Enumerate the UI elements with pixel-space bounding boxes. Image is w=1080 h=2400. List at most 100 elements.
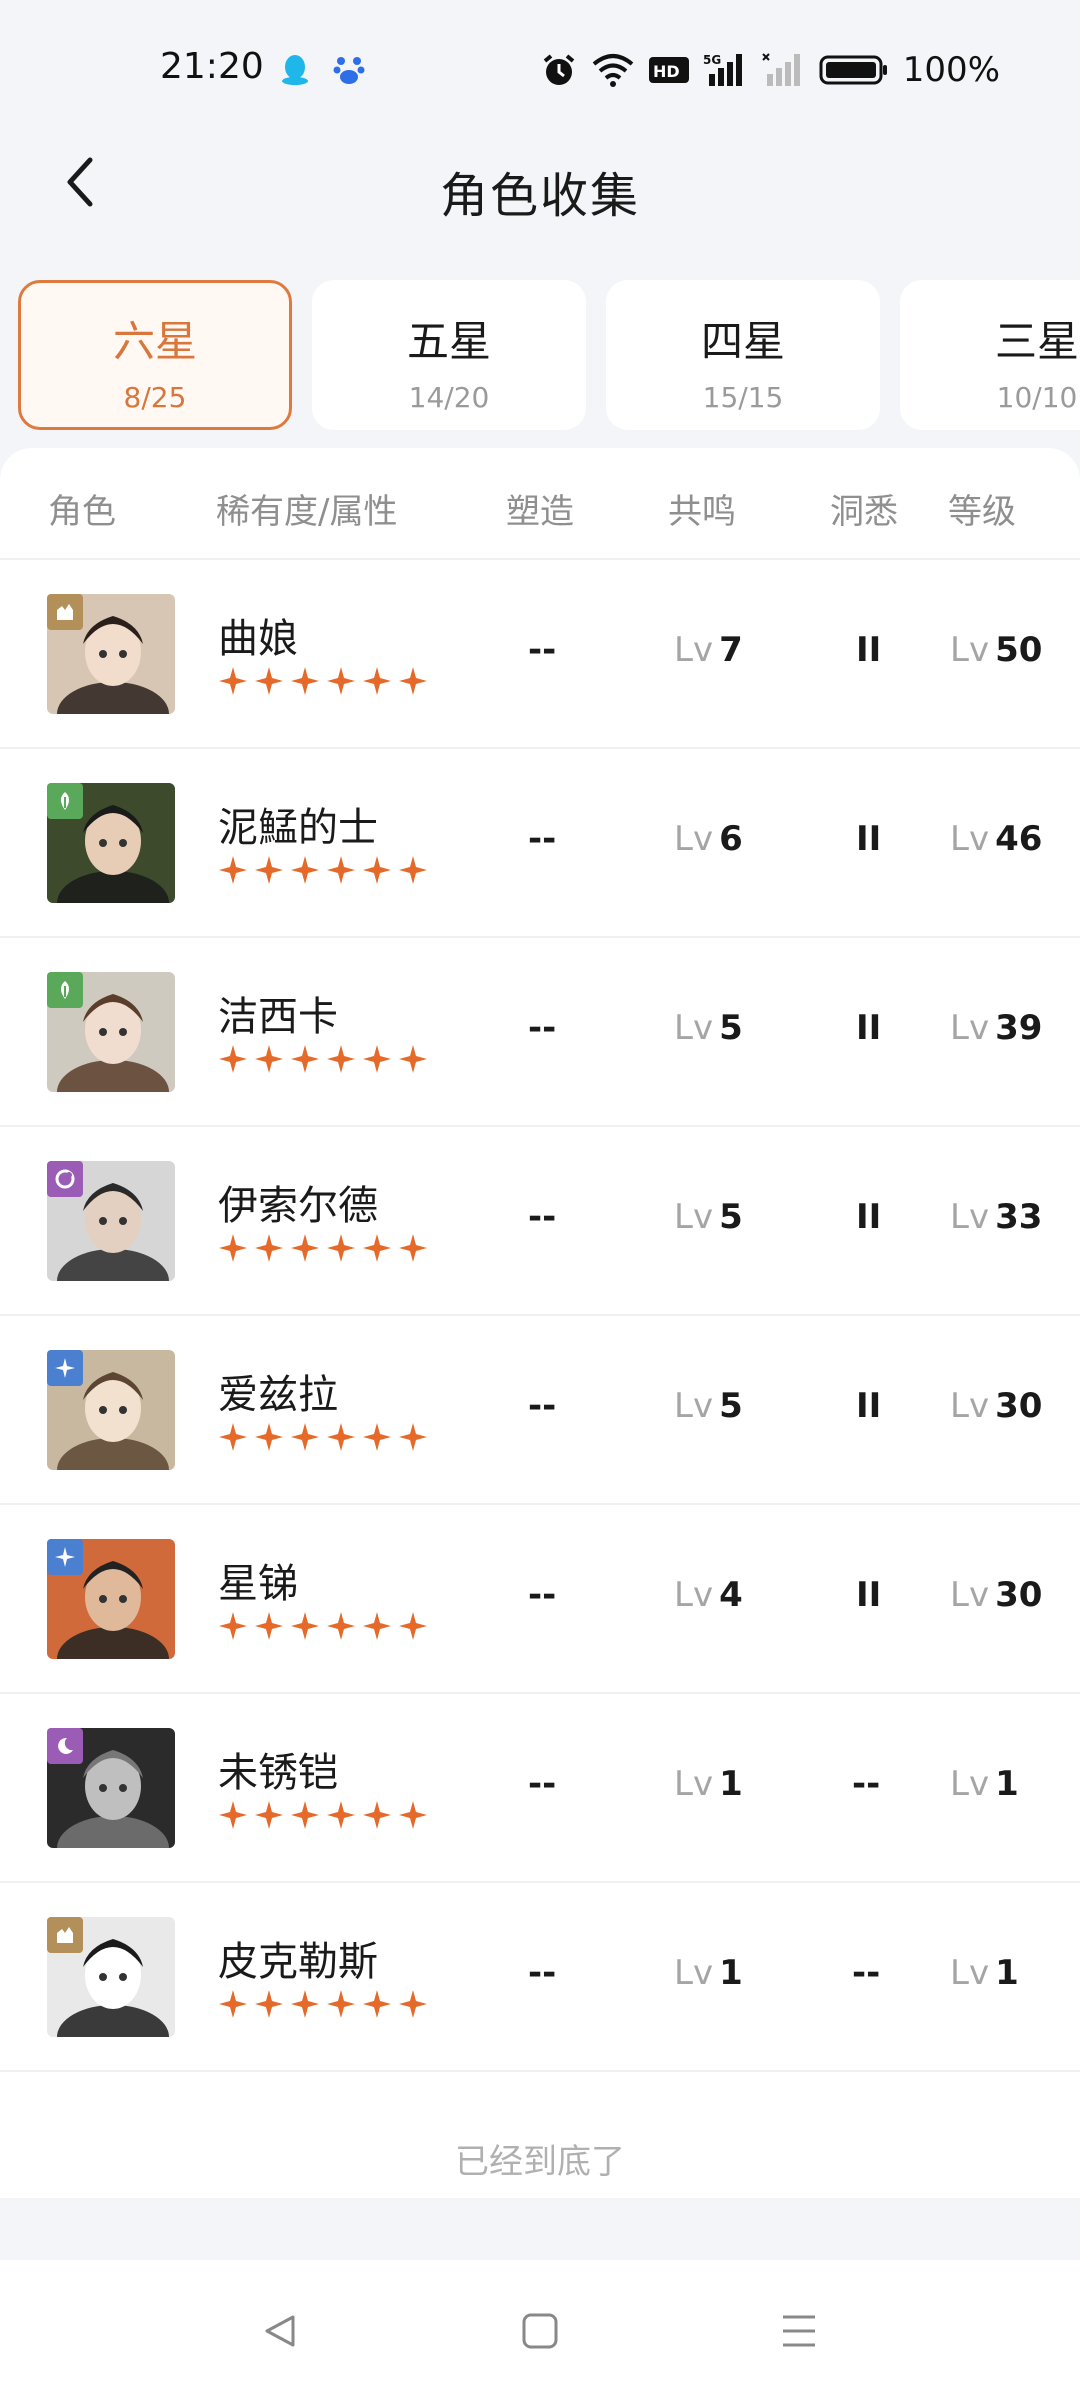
resonance-level: 6	[719, 819, 743, 859]
resonance-value: Lv 5	[674, 1197, 743, 1237]
character-name: 伊索尔德	[218, 1183, 378, 1229]
attribute-beast-icon	[47, 594, 83, 630]
character-level: 30	[995, 1575, 1043, 1615]
star-icon	[290, 1611, 320, 1645]
svg-text:HD: HD	[653, 62, 680, 81]
character-level: 30	[995, 1386, 1043, 1426]
attribute-star-icon	[47, 1539, 83, 1575]
lv-prefix: Lv	[674, 630, 714, 670]
resonance-value: Lv 7	[674, 630, 743, 670]
status-icons: HD 5G 100%	[541, 50, 1000, 90]
wifi-icon	[591, 52, 635, 88]
tab-four-star[interactable]: 四星 15/15	[606, 280, 880, 430]
attribute-plant-icon	[47, 972, 83, 1008]
tab-three-star[interactable]: 三星 10/10	[900, 280, 1080, 430]
attribute-plant-icon	[47, 783, 83, 819]
lv-prefix: Lv	[950, 819, 990, 859]
character-level: 46	[995, 819, 1043, 859]
character-name: 曲娘	[218, 616, 298, 662]
resonance-level: 1	[719, 1953, 743, 1993]
level-value: Lv 46	[950, 819, 1042, 859]
rows: 曲娘 -- Lv 7 II Lv 50 泥鯭的士 -- Lv 6 II Lv 46 洁西卡 -- Lv 5 II Lv…	[0, 560, 1080, 2072]
star-icon	[326, 1989, 356, 2023]
shaping-value: --	[528, 1386, 557, 1426]
character-name: 洁西卡	[218, 994, 338, 1040]
resonance-value: Lv 1	[674, 1953, 743, 1993]
tab-label: 六星	[112, 317, 197, 366]
resonance-level: 5	[719, 1197, 743, 1237]
resonance-value: Lv 1	[674, 1764, 743, 1804]
battery-percent: 100%	[902, 50, 1000, 90]
level-value: Lv 50	[950, 630, 1042, 670]
character-level: 39	[995, 1008, 1043, 1048]
shaping-value: --	[528, 630, 557, 670]
level-value: Lv 33	[950, 1197, 1042, 1237]
character-row[interactable]: 伊索尔德 -- Lv 5 II Lv 33	[0, 1127, 1080, 1316]
character-name: 爱兹拉	[218, 1372, 338, 1418]
star-icon	[362, 1611, 392, 1645]
rarity-stars	[218, 666, 428, 700]
insight-value: II	[856, 1008, 882, 1048]
end-of-list-note: 已经到底了	[455, 2142, 625, 2182]
star-icon	[398, 1611, 428, 1645]
tab-count: 8/25	[123, 381, 187, 414]
tab-five-star[interactable]: 五星 14/20	[312, 280, 586, 430]
character-name: 泥鯭的士	[218, 805, 378, 851]
character-list: 角色 稀有度/属性 塑造 共鸣 洞悉 等级 曲娘 -- Lv 7 II Lv 50 泥鯭的士 -…	[0, 448, 1080, 2198]
star-icon	[218, 1044, 248, 1078]
star-icon	[290, 1422, 320, 1456]
resonance-value: Lv 5	[674, 1386, 743, 1426]
nav-home-icon[interactable]	[515, 2306, 565, 2356]
tab-six-star[interactable]: 六星 8/25	[18, 280, 292, 430]
star-icon	[326, 666, 356, 700]
character-level: 1	[995, 1764, 1019, 1804]
system-nav-bar	[0, 2260, 1080, 2400]
level-value: Lv 30	[950, 1575, 1042, 1615]
star-icon	[326, 1422, 356, 1456]
character-level: 33	[995, 1197, 1043, 1237]
alarm-icon	[541, 52, 577, 88]
star-icon	[362, 1044, 392, 1078]
character-row[interactable]: 未锈铠 -- Lv 1 -- Lv 1	[0, 1694, 1080, 1883]
resonance-level: 1	[719, 1764, 743, 1804]
star-icon	[254, 855, 284, 889]
star-icon	[290, 1800, 320, 1834]
character-row[interactable]: 曲娘 -- Lv 7 II Lv 50	[0, 560, 1080, 749]
header: 角色收集	[0, 130, 1080, 240]
resonance-value: Lv 5	[674, 1008, 743, 1048]
character-name: 皮克勒斯	[218, 1939, 378, 1985]
tab-label: 四星	[700, 317, 785, 366]
lv-prefix: Lv	[674, 1953, 714, 1993]
shaping-value: --	[528, 819, 557, 859]
insight-value: --	[852, 1953, 881, 1993]
tab-count: 15/15	[702, 381, 784, 414]
character-row[interactable]: 爱兹拉 -- Lv 5 II Lv 30	[0, 1316, 1080, 1505]
rarity-stars	[218, 855, 428, 889]
insight-value: II	[856, 1197, 882, 1237]
tab-count: 14/20	[408, 381, 490, 414]
lv-prefix: Lv	[950, 1764, 990, 1804]
attribute-beast-icon	[47, 1917, 83, 1953]
nav-back-icon[interactable]	[256, 2306, 306, 2356]
star-icon	[218, 1989, 248, 2023]
nav-menu-icon[interactable]	[774, 2306, 824, 2356]
insight-value: II	[856, 1386, 882, 1426]
character-row[interactable]: 皮克勒斯 -- Lv 1 -- Lv 1	[0, 1883, 1080, 2072]
character-row[interactable]: 泥鯭的士 -- Lv 6 II Lv 46	[0, 749, 1080, 938]
insight-value: --	[852, 1764, 881, 1804]
lv-prefix: Lv	[950, 1197, 990, 1237]
star-icon	[326, 855, 356, 889]
rarity-tabs: 六星 8/25 五星 14/20 四星 15/15 三星 10/10	[0, 280, 1080, 430]
star-icon	[398, 1233, 428, 1267]
character-row[interactable]: 洁西卡 -- Lv 5 II Lv 39	[0, 938, 1080, 1127]
shaping-value: --	[528, 1764, 557, 1804]
column-header-row: 角色 稀有度/属性 塑造 共鸣 洞悉 等级	[0, 448, 1080, 560]
star-icon	[218, 1611, 248, 1645]
insight-value: II	[856, 630, 882, 670]
star-icon	[362, 855, 392, 889]
character-row[interactable]: 星锑 -- Lv 4 II Lv 30	[0, 1505, 1080, 1694]
level-value: Lv 1	[950, 1953, 1019, 1993]
rarity-stars	[218, 1422, 428, 1456]
star-icon	[254, 1611, 284, 1645]
star-icon	[218, 1800, 248, 1834]
